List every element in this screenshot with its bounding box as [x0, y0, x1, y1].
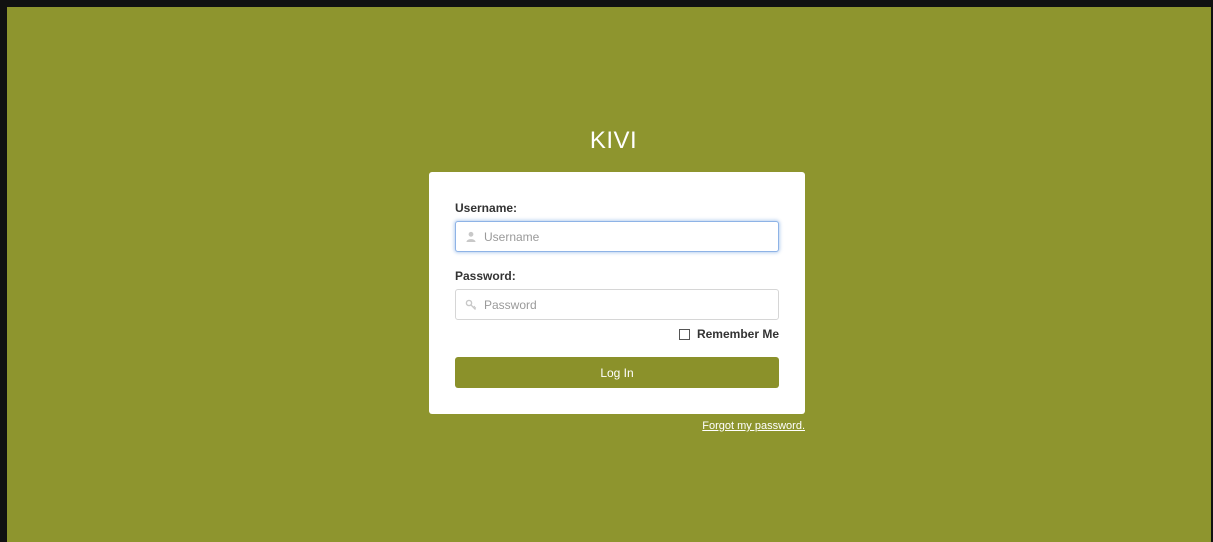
login-page: KIVI Username: Password: R — [0, 0, 1213, 542]
user-icon — [465, 230, 477, 242]
username-input[interactable] — [484, 222, 772, 251]
password-input[interactable] — [484, 290, 772, 319]
brand-title: KIVI — [589, 127, 638, 154]
password-label: Password: — [455, 269, 516, 283]
password-field[interactable] — [455, 289, 779, 320]
username-field[interactable] — [455, 221, 779, 252]
remember-me-checkbox[interactable] — [678, 328, 690, 340]
log-in-button[interactable]: Log In — [455, 357, 779, 388]
username-label: Username: — [455, 201, 518, 215]
remember-me-label: Remember Me — [696, 327, 779, 341]
forgot-password-link[interactable]: Forgot my password. — [429, 420, 805, 432]
login-card: Username: Password: Remember Me — [429, 172, 805, 414]
remember-me[interactable]: Remember Me — [678, 327, 779, 341]
key-icon — [465, 298, 477, 310]
